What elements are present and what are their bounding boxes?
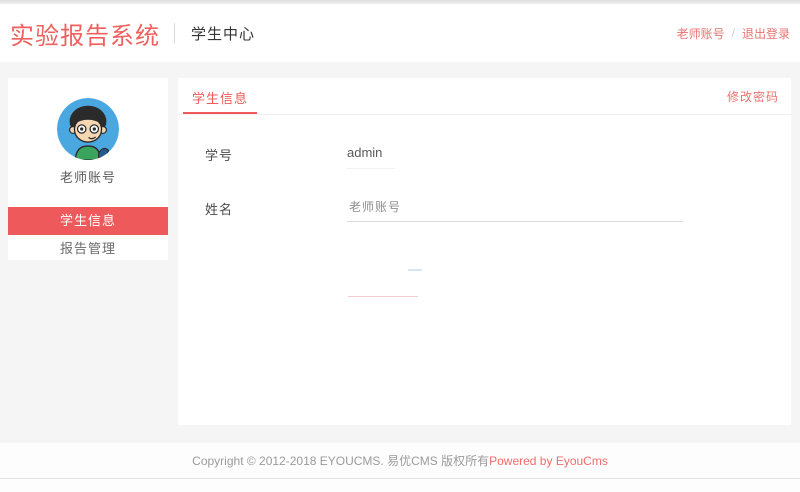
footer-text-row: Copyright © 2012-2018 EYOUCMS. 易优CMS 版权所… [0,443,800,479]
sidebar-username: 老师账号 [8,167,168,186]
student-id-label: 学号 [205,142,347,164]
tab-student-info[interactable]: 学生信息 [183,78,257,114]
sidebar-menu: 学生信息 报告管理 [8,207,168,263]
form-row-student-id: 学号 admin [205,142,791,169]
form-row-name: 姓名 [205,196,791,222]
powered-by-link[interactable]: Powered by EyouCms [489,454,608,468]
redacted-blue-mark [408,269,422,271]
sidebar-item-student-info[interactable]: 学生信息 [8,207,168,235]
redacted-pink-mark [348,296,418,297]
header-link-separator: / [732,26,735,40]
name-label: 姓名 [205,196,347,218]
copyright-text: Copyright © 2012-2018 EYOUCMS. 易优CMS 版权所… [192,452,489,469]
app-logo: 实验报告系统 [10,16,160,51]
student-info-form: 学号 admin 姓名 [178,115,791,222]
user-account-link[interactable]: 老师账号 [677,25,725,42]
redacted-area [345,255,475,299]
change-password-link[interactable]: 修改密码 [727,88,779,105]
logout-link[interactable]: 退出登录 [742,25,790,42]
page: 实验报告系统 学生中心 老师账号 / 退出登录 [0,0,800,492]
sidebar-item-report-management[interactable]: 报告管理 [8,235,168,263]
footer: Copyright © 2012-2018 EYOUCMS. 易优CMS 版权所… [0,443,800,492]
header-divider [174,23,175,43]
header: 实验报告系统 学生中心 老师账号 / 退出登录 [0,4,800,62]
student-id-underline [347,168,395,169]
page-title: 学生中心 [191,23,255,44]
content-area: 老师账号 学生信息 报告管理 学生信息 修改密码 学号 admin [0,62,800,443]
student-id-value: admin [347,142,395,160]
tab-bar: 学生信息 修改密码 [178,78,791,115]
main-card: 学生信息 修改密码 学号 admin 姓名 [178,78,791,425]
boy-avatar-icon [57,98,119,160]
student-id-value-wrap: admin [347,142,395,169]
sidebar: 老师账号 学生信息 报告管理 [8,78,168,260]
header-user-links: 老师账号 / 退出登录 [677,25,790,42]
avatar [57,98,119,160]
name-input[interactable] [347,196,683,222]
